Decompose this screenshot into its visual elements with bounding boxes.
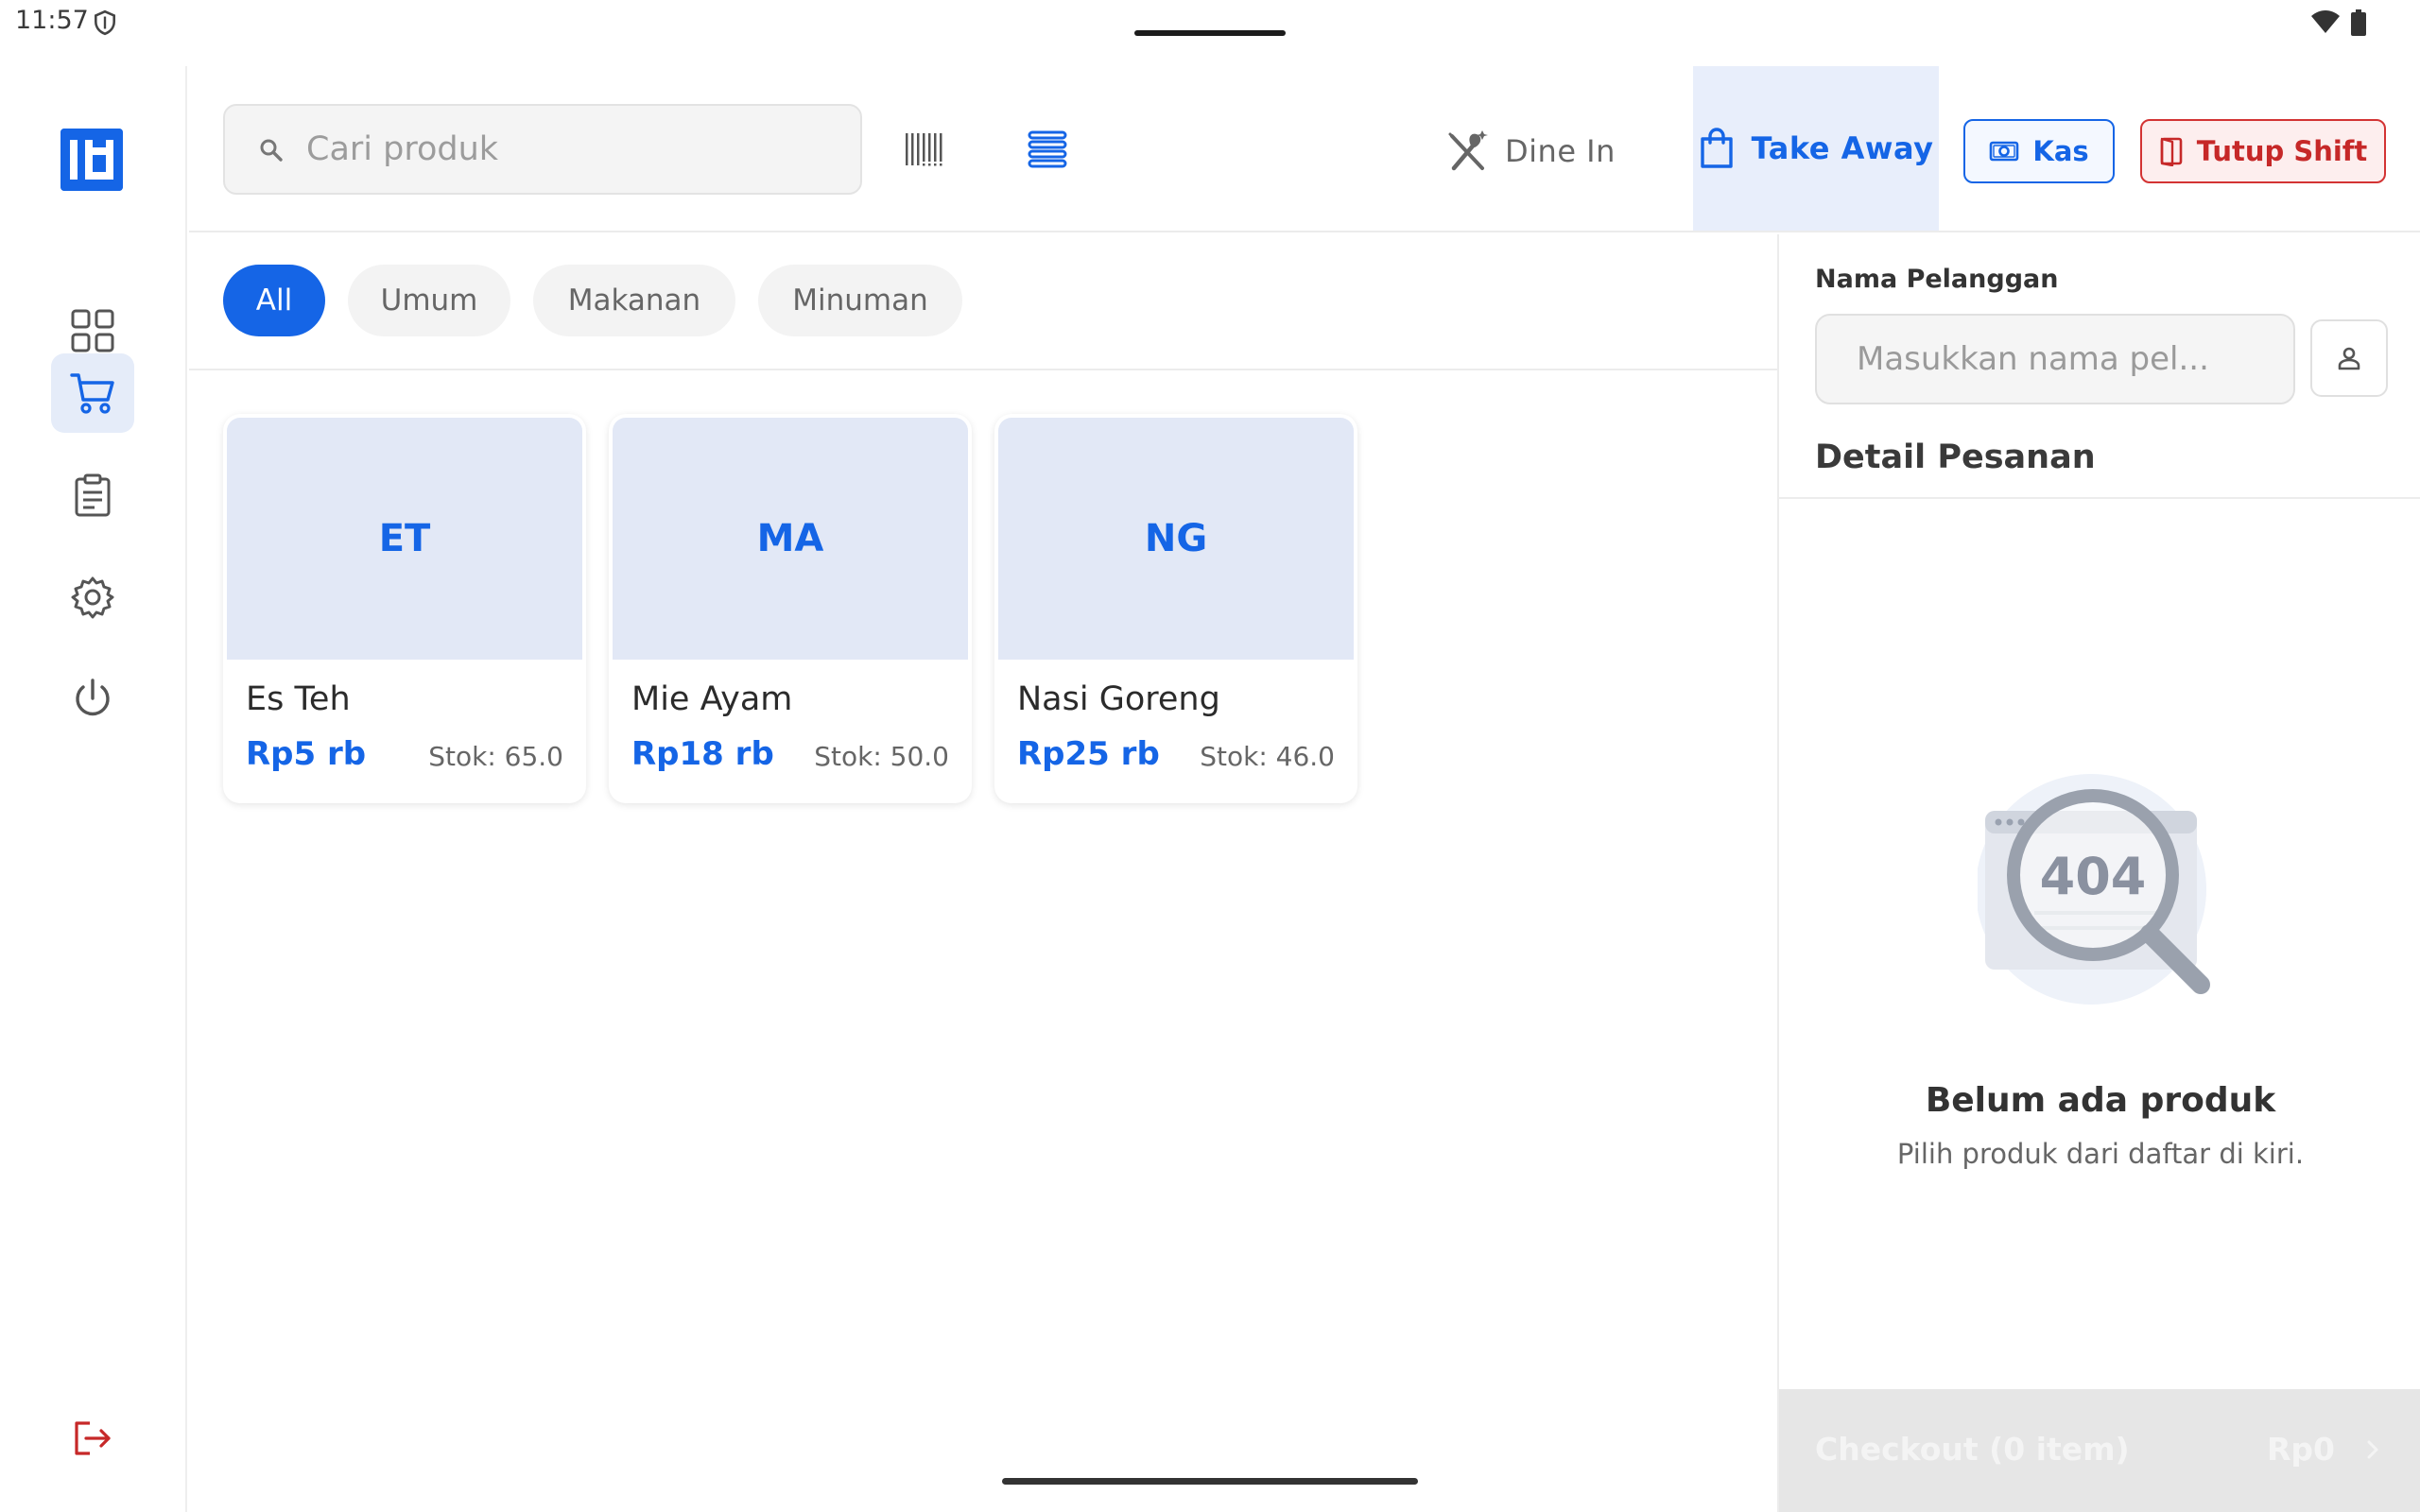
search-input[interactable] <box>306 106 845 193</box>
dine-in-label: Dine In <box>1505 133 1616 169</box>
camera-notch <box>1134 30 1286 36</box>
checkout-total: Rp0 <box>2267 1431 2335 1468</box>
cash-icon <box>1990 141 2019 162</box>
product-name: Nasi Goreng <box>1017 680 1220 718</box>
product-thumbnail: ET <box>227 418 582 660</box>
status-time: 11:57 <box>15 6 89 35</box>
cutlery-icon <box>1448 130 1488 171</box>
battery-icon <box>2351 9 2366 36</box>
kas-button[interactable]: Kas <box>1963 119 2115 183</box>
tutup-shift-label: Tutup Shift <box>2196 135 2368 167</box>
category-chip-makanan[interactable]: Makanan <box>533 265 735 336</box>
shopping-bag-icon <box>1700 128 1733 168</box>
clipboard-icon <box>75 473 111 517</box>
dine-in-toggle[interactable]: Dine In <box>1446 123 1616 180</box>
customer-name-input[interactable] <box>1815 314 2295 404</box>
order-panel: Nama Pelanggan Detail Pesanan 404 Belum … <box>1777 234 2420 1512</box>
empty-state-title: Belum ada produk <box>1925 1081 2276 1120</box>
shield-icon <box>95 9 115 36</box>
status-bar: 11:57 <box>0 0 2420 45</box>
sidebar-item-power[interactable] <box>51 660 134 739</box>
product-stock: Stok: 50.0 <box>814 741 949 772</box>
product-stock: Stok: 46.0 <box>1200 741 1335 772</box>
empty-art-404-text: 404 <box>2040 847 2147 906</box>
product-stock: Stok: 65.0 <box>428 741 563 772</box>
sidebar-item-orders[interactable] <box>51 455 134 535</box>
product-price: Rp25 rb <box>1017 735 1160 773</box>
empty-state-subtitle: Pilih produk dari daftar di kiri. <box>1896 1138 2305 1170</box>
divider <box>1779 497 2420 499</box>
product-card[interactable]: ET Es Teh Rp5 rb Stok: 65.0 <box>223 414 586 803</box>
list-view-icon <box>1028 130 1067 168</box>
search-box <box>223 104 862 195</box>
category-chip-all[interactable]: All <box>223 265 325 336</box>
checkout-label: Checkout (0 item) <box>1815 1431 2130 1468</box>
search-icon <box>260 139 283 162</box>
order-detail-title: Detail Pesanan <box>1815 438 2096 476</box>
home-indicator[interactable] <box>1002 1478 1418 1485</box>
category-filter-bar: All Umum Makanan Minuman <box>189 234 1777 370</box>
gear-icon <box>71 576 114 619</box>
logout-button[interactable] <box>51 1399 134 1478</box>
product-name: Mie Ayam <box>631 680 793 718</box>
cart-icon <box>70 373 114 414</box>
power-icon <box>76 679 110 716</box>
product-price: Rp5 rb <box>246 735 367 773</box>
tutup-shift-button[interactable]: Tutup Shift <box>2140 119 2386 183</box>
app-logo[interactable] <box>60 129 123 191</box>
chevron-right-icon <box>2367 1440 2378 1459</box>
sidebar <box>0 66 187 1512</box>
customer-name-label: Nama Pelanggan <box>1815 265 2059 294</box>
take-away-toggle[interactable]: Take Away <box>1693 66 1939 231</box>
product-card[interactable]: MA Mie Ayam Rp18 rb Stok: 50.0 <box>609 414 972 803</box>
product-card[interactable]: NG Nasi Goreng Rp25 rb Stok: 46.0 <box>994 414 1357 803</box>
top-bar: Dine In Take Away Kas Tutup Shift <box>189 66 2420 232</box>
wifi-icon <box>2311 10 2340 33</box>
empty-404-illustration: 404 <box>1978 774 2210 1005</box>
product-name: Es Teh <box>246 680 351 718</box>
product-price: Rp18 rb <box>631 735 774 773</box>
door-icon <box>2160 137 2183 166</box>
person-icon <box>2338 347 2360 370</box>
sidebar-item-settings[interactable] <box>51 558 134 637</box>
pos-app: 11:57 Cari produk Dine In Take Away Kas … <box>0 0 2420 1512</box>
kas-label: Kas <box>2032 135 2089 167</box>
sidebar-item-cart[interactable] <box>51 353 134 433</box>
barcode-icon <box>906 133 942 166</box>
checkout-button[interactable]: Checkout (0 item) Rp0 <box>1779 1389 2420 1512</box>
take-away-label: Take Away <box>1751 130 1934 166</box>
category-chip-umum[interactable]: Umum <box>348 265 510 336</box>
product-thumbnail: MA <box>613 418 968 660</box>
category-chip-minuman[interactable]: Minuman <box>758 265 962 336</box>
logout-icon <box>75 1421 111 1455</box>
select-customer-button[interactable] <box>2310 319 2388 397</box>
product-thumbnail: NG <box>998 418 1354 660</box>
grid-icon <box>71 309 114 352</box>
list-view-button[interactable] <box>1017 119 1078 180</box>
barcode-scan-button[interactable] <box>894 119 955 180</box>
